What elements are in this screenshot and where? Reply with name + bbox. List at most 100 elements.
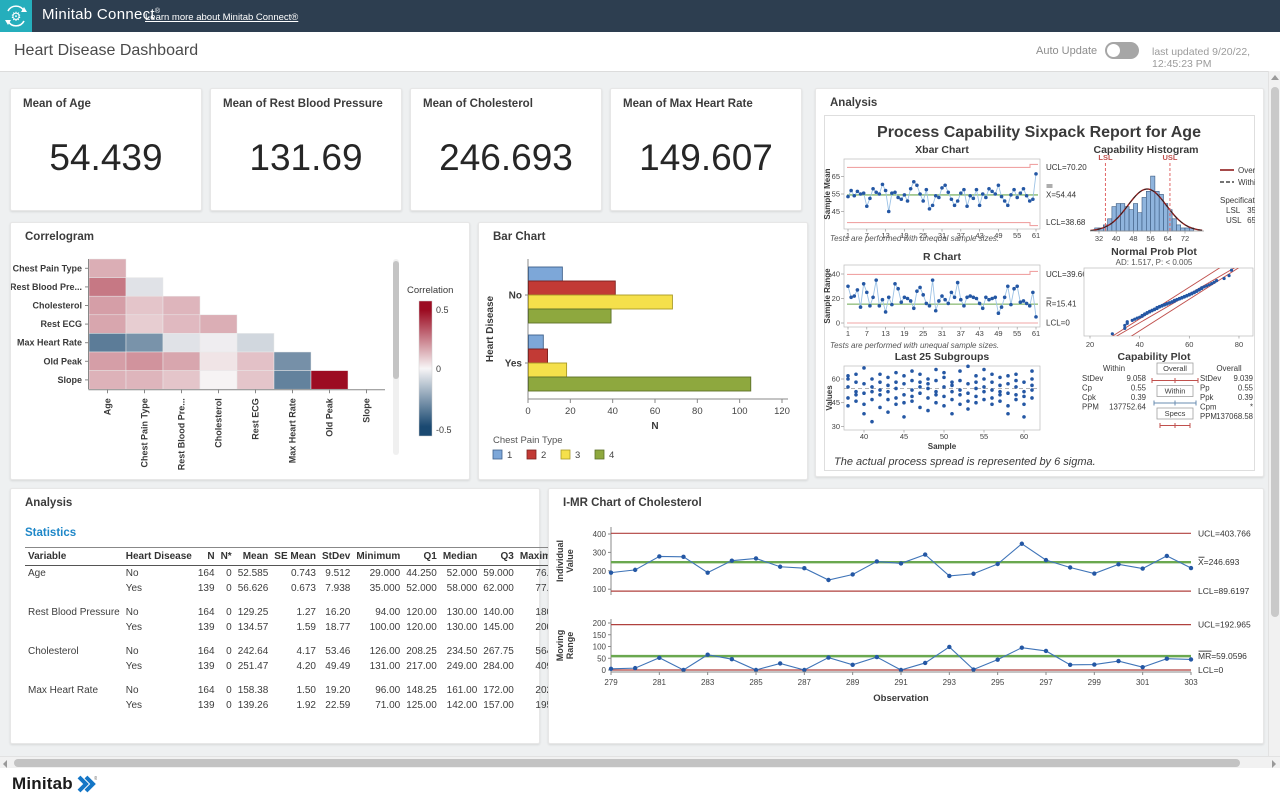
learn-more-link[interactable]: Learn more about Minitab Connect® (145, 12, 298, 23)
minitab-connect-logo[interactable]: ⚙ (0, 0, 32, 32)
svg-text:⚙: ⚙ (11, 10, 22, 24)
svg-text:Cholesterol: Cholesterol (32, 301, 82, 311)
table-row: Yes1390134.571.5918.77100.00120.00130.00… (25, 620, 569, 635)
column-header: Mean (235, 548, 272, 566)
auto-update-label: Auto Update (1036, 45, 1097, 57)
horizontal-scroll-thumb[interactable] (14, 759, 1240, 767)
table-row: Yes1390139.261.9222.5971.00125.00142.001… (25, 698, 569, 713)
svg-text:Values: Values (825, 385, 834, 411)
kpi-value: 246.693 (411, 137, 601, 179)
vertical-scrollbar[interactable] (1268, 71, 1280, 756)
svg-text:60: 60 (1185, 340, 1193, 349)
svg-text:40: 40 (607, 406, 618, 417)
column-header: N (195, 548, 218, 566)
panel-title: Bar Chart (493, 231, 545, 243)
svg-text:1: 1 (846, 329, 850, 338)
svg-text:StDev: StDev (1200, 374, 1221, 383)
panel-statistics: Analysis Statistics VariableHeart Diseas… (10, 488, 540, 744)
svg-text:283: 283 (701, 678, 715, 687)
dashboard-page: ⚙ Minitab Connect® Learn more about Mini… (0, 0, 1280, 802)
toggle-knob (1107, 44, 1120, 57)
panel-title: Analysis (830, 97, 877, 109)
svg-text:301: 301 (1136, 678, 1150, 687)
svg-text:400: 400 (593, 530, 607, 539)
svg-text:43: 43 (975, 329, 983, 338)
svg-text:Rest ECG: Rest ECG (40, 319, 82, 329)
minitab-footer-logo: Minitab ® (12, 774, 97, 794)
column-header: Q1 (403, 548, 440, 566)
svg-text:9.039: 9.039 (1233, 374, 1253, 383)
svg-text:20: 20 (565, 406, 576, 417)
column-header: Q3 (480, 548, 517, 566)
svg-text:40: 40 (1135, 340, 1143, 349)
svg-text:Old Peak: Old Peak (43, 356, 83, 366)
vertical-scroll-thumb[interactable] (1271, 87, 1279, 617)
svg-text:65: 65 (832, 172, 840, 181)
svg-text:Cpk: Cpk (1082, 393, 1096, 402)
statistics-table: VariableHeart DiseaseNN*MeanSE MeanStDev… (25, 547, 569, 713)
svg-text:Within: Within (1165, 387, 1186, 396)
svg-text:Yes: Yes (505, 359, 523, 370)
imr-chart: 100200300400UCL=403.766X=246.693LCL=89.6… (549, 515, 1261, 741)
panel-sixpack-analysis: Analysis Process Capability Sixpack Repo… (815, 88, 1264, 477)
kpi-card-mean-max-hr: Mean of Max Heart Rate 149.607 (610, 88, 802, 211)
svg-text:137752.64: 137752.64 (1109, 403, 1147, 412)
page-footer: Minitab ® (0, 768, 1280, 802)
svg-text:61: 61 (1032, 329, 1040, 338)
panel-title: Correlogram (25, 231, 94, 243)
svg-text:40: 40 (832, 270, 840, 279)
sync-gear-icon: ⚙ (3, 3, 29, 29)
svg-text:297: 297 (1039, 678, 1053, 687)
svg-text:100: 100 (593, 585, 607, 594)
svg-text:UCL=192.965: UCL=192.965 (1198, 620, 1251, 630)
svg-text:UCL=70.20: UCL=70.20 (1046, 163, 1087, 172)
scroll-right-arrow[interactable] (1272, 760, 1276, 768)
svg-text:45: 45 (832, 207, 840, 216)
svg-text:Sample Mean: Sample Mean (824, 168, 832, 219)
svg-text:137068.58: 137068.58 (1216, 412, 1253, 421)
svg-text:0: 0 (525, 406, 530, 417)
svg-text:USL: USL (1226, 216, 1242, 225)
svg-text:48: 48 (1129, 234, 1137, 243)
statistics-table-header: VariableHeart DiseaseNN*MeanSE MeanStDev… (25, 548, 569, 566)
svg-text:R Chart: R Chart (923, 251, 961, 263)
svg-text:PPM: PPM (1082, 403, 1099, 412)
svg-text:Cpm: Cpm (1200, 403, 1216, 412)
svg-text:55: 55 (1013, 231, 1021, 240)
svg-text:13: 13 (881, 329, 889, 338)
svg-text:2: 2 (541, 450, 546, 461)
svg-text:0.39: 0.39 (1238, 393, 1253, 402)
table-row: CholesterolNo1640242.644.1753.46126.0020… (25, 644, 569, 659)
scroll-left-arrow[interactable] (3, 760, 7, 768)
svg-text:Within: Within (1103, 364, 1125, 373)
svg-text:45: 45 (900, 432, 908, 441)
column-header: StDev (319, 548, 353, 566)
svg-text:Correlation: Correlation (407, 285, 453, 296)
last-updated-text: last updated 9/20/22, 12:45:23 PM (1152, 46, 1280, 70)
svg-text:64: 64 (1164, 234, 1172, 243)
scroll-up-arrow[interactable] (1271, 75, 1279, 80)
svg-text:Slope: Slope (362, 398, 372, 423)
correlogram-scroll-thumb[interactable] (393, 261, 399, 379)
statistics-heading[interactable]: Statistics (25, 527, 76, 539)
auto-update-toggle[interactable] (1105, 42, 1139, 59)
svg-text:Overall: Overall (1238, 166, 1255, 175)
svg-text:279: 279 (604, 678, 618, 687)
svg-text:Cp: Cp (1082, 384, 1093, 393)
svg-text:Heart Disease: Heart Disease (485, 295, 496, 362)
column-header: Heart Disease (123, 548, 195, 566)
column-header: Minimum (353, 548, 403, 566)
svg-text:Last 25 Subgroups: Last 25 Subgroups (895, 351, 990, 363)
table-row: AgeNo164052.5850.7439.51229.00044.25052.… (25, 566, 569, 582)
kpi-label: Mean of Max Heart Rate (623, 98, 753, 110)
kpi-label: Mean of Cholesterol (423, 98, 533, 110)
svg-text:Rest Blood Pre...: Rest Blood Pre... (177, 398, 187, 470)
svg-text:100: 100 (732, 406, 748, 417)
panel-correlogram: Correlogram Chest Pain TypeRest Blood Pr… (10, 222, 470, 480)
svg-text:Slope: Slope (57, 375, 82, 385)
svg-text:X=246.693: X=246.693 (1198, 557, 1240, 567)
svg-text:Pp: Pp (1200, 384, 1210, 393)
svg-text:289: 289 (846, 678, 860, 687)
svg-text:0: 0 (836, 319, 840, 328)
svg-text:Range: Range (565, 632, 575, 660)
